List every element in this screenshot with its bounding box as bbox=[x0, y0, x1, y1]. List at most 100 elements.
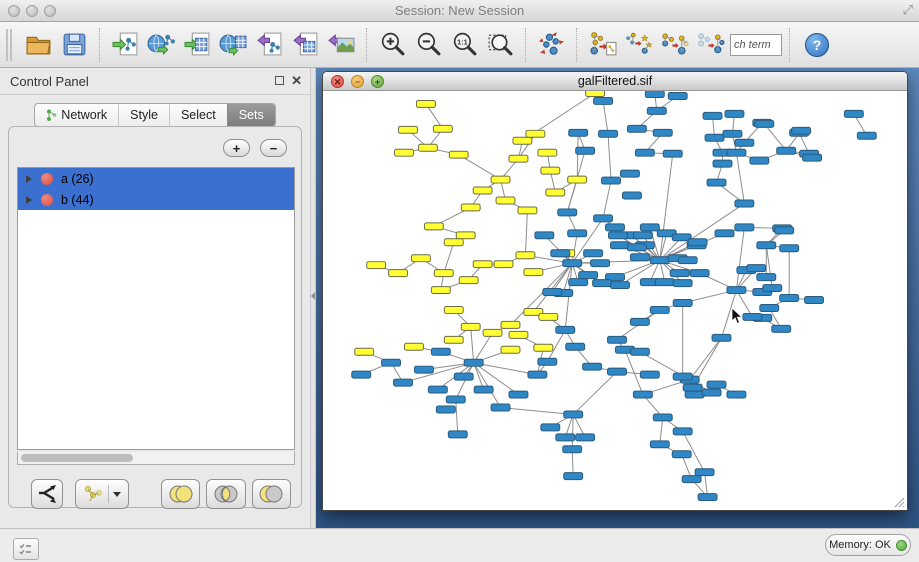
graph-node[interactable] bbox=[563, 260, 582, 267]
graph-node[interactable] bbox=[428, 386, 447, 393]
graph-node[interactable] bbox=[436, 406, 455, 413]
graph-node[interactable] bbox=[352, 371, 371, 378]
graph-node[interactable] bbox=[583, 363, 602, 370]
remove-set-button[interactable]: − bbox=[260, 139, 287, 157]
graph-edge[interactable] bbox=[572, 414, 573, 449]
graph-node[interactable] bbox=[777, 147, 796, 154]
graph-node[interactable] bbox=[727, 391, 746, 398]
graph-node[interactable] bbox=[456, 232, 475, 239]
graph-node[interactable] bbox=[695, 469, 714, 476]
graph-node[interactable] bbox=[448, 431, 467, 438]
graph-node[interactable] bbox=[630, 318, 649, 325]
graph-edge[interactable] bbox=[660, 154, 673, 260]
graph-node[interactable] bbox=[705, 134, 724, 141]
graph-edge[interactable] bbox=[474, 333, 493, 363]
graph-edge[interactable] bbox=[471, 327, 474, 363]
import-network-web-button[interactable] bbox=[143, 26, 179, 64]
graph-node[interactable] bbox=[735, 139, 754, 146]
graph-node[interactable] bbox=[449, 151, 468, 158]
graph-node[interactable] bbox=[416, 100, 435, 107]
difference-sets-button[interactable] bbox=[252, 479, 291, 509]
graph-node[interactable] bbox=[707, 381, 726, 388]
graph-node[interactable] bbox=[528, 371, 547, 378]
tab-sets[interactable]: Sets bbox=[227, 104, 275, 126]
graph-node[interactable] bbox=[683, 384, 702, 391]
graph-edge[interactable] bbox=[456, 400, 458, 435]
graph-edge[interactable] bbox=[572, 449, 573, 476]
graph-node[interactable] bbox=[558, 209, 577, 216]
graph-edge[interactable] bbox=[736, 153, 744, 204]
graph-node[interactable] bbox=[569, 279, 588, 286]
graph-node[interactable] bbox=[509, 155, 528, 162]
graph-node[interactable] bbox=[707, 179, 726, 186]
graph-node[interactable] bbox=[367, 262, 386, 269]
graph-node[interactable] bbox=[424, 223, 443, 230]
graph-node[interactable] bbox=[569, 129, 588, 136]
graph-node[interactable] bbox=[524, 269, 543, 276]
graph-node[interactable] bbox=[459, 277, 478, 284]
set-row-b[interactable]: b (44) bbox=[18, 189, 294, 210]
graph-node[interactable] bbox=[494, 261, 513, 268]
disclosure-triangle-icon[interactable] bbox=[26, 196, 32, 204]
graph-node[interactable] bbox=[672, 451, 691, 458]
graph-node[interactable] bbox=[414, 366, 433, 373]
graph-node[interactable] bbox=[608, 336, 627, 343]
graph-node[interactable] bbox=[633, 232, 652, 239]
graph-node[interactable] bbox=[690, 270, 709, 277]
graph-node[interactable] bbox=[640, 371, 659, 378]
graph-node[interactable] bbox=[584, 250, 603, 257]
scrollbar-thumb[interactable] bbox=[21, 454, 133, 462]
graph-node[interactable] bbox=[516, 252, 535, 259]
graph-node[interactable] bbox=[496, 197, 515, 204]
graph-node[interactable] bbox=[501, 346, 520, 353]
new-network-from-selection-button[interactable] bbox=[584, 26, 620, 64]
graph-node[interactable] bbox=[591, 260, 610, 267]
graph-node[interactable] bbox=[747, 265, 766, 272]
graph-node[interactable] bbox=[755, 120, 774, 127]
graph-node[interactable] bbox=[576, 147, 595, 154]
graph-node[interactable] bbox=[645, 91, 664, 97]
graph-node[interactable] bbox=[395, 149, 414, 156]
zoom-in-button[interactable] bbox=[374, 26, 410, 64]
graph-node[interactable] bbox=[775, 227, 794, 234]
apply-layout-button[interactable] bbox=[533, 26, 569, 64]
graph-node[interactable] bbox=[622, 192, 641, 199]
graph-node[interactable] bbox=[757, 242, 776, 249]
tab-style[interactable]: Style bbox=[118, 104, 169, 126]
graph-node[interactable] bbox=[760, 304, 779, 311]
graph-edge[interactable] bbox=[660, 417, 663, 444]
export-table-button[interactable] bbox=[287, 26, 323, 64]
graph-node[interactable] bbox=[715, 230, 734, 237]
graph-node[interactable] bbox=[627, 125, 646, 132]
zoom-out-button[interactable] bbox=[410, 26, 446, 64]
set-row-a[interactable]: a (26) bbox=[18, 168, 294, 189]
graph-node[interactable] bbox=[844, 110, 863, 117]
import-network-file-button[interactable] bbox=[107, 26, 143, 64]
graph-node[interactable] bbox=[725, 110, 744, 117]
graph-node[interactable] bbox=[655, 279, 674, 286]
zoom-actual-size-button[interactable]: 1:1 bbox=[446, 26, 482, 64]
network-frame[interactable]: ✕ − + galFiltered.sif bbox=[322, 71, 908, 511]
create-set-from-network-button[interactable] bbox=[75, 479, 129, 509]
graph-node[interactable] bbox=[611, 242, 630, 249]
graph-node[interactable] bbox=[431, 348, 450, 355]
graph-node[interactable] bbox=[355, 348, 374, 355]
graph-node[interactable] bbox=[513, 137, 532, 144]
graph-edge[interactable] bbox=[501, 407, 574, 414]
graph-node[interactable] bbox=[535, 232, 554, 239]
graph-node[interactable] bbox=[501, 321, 520, 328]
graph-node[interactable] bbox=[688, 239, 707, 246]
graph-node[interactable] bbox=[541, 167, 560, 174]
graph-node[interactable] bbox=[538, 358, 557, 365]
tab-network[interactable]: Network bbox=[35, 104, 118, 126]
graph-node[interactable] bbox=[446, 396, 465, 403]
graph-node[interactable] bbox=[698, 494, 717, 501]
graph-node[interactable] bbox=[568, 176, 587, 183]
graph-node[interactable] bbox=[541, 424, 560, 431]
graph-node[interactable] bbox=[473, 261, 492, 268]
graph-node[interactable] bbox=[772, 325, 791, 332]
graph-node[interactable] bbox=[702, 389, 721, 396]
graph-node[interactable] bbox=[650, 441, 669, 448]
horizontal-scrollbar[interactable] bbox=[17, 452, 295, 465]
graph-node[interactable] bbox=[579, 272, 598, 279]
